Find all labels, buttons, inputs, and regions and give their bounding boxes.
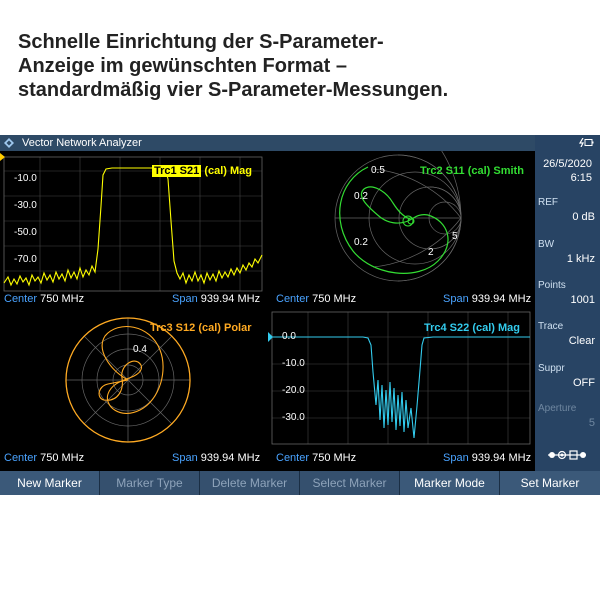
trc4-tick-3: -30.0 bbox=[282, 412, 305, 423]
sidebar-item-trace[interactable]: Trace Clear bbox=[535, 321, 600, 361]
title-bar: Vector Network Analyzer bbox=[0, 135, 535, 151]
trc2-tick-0: 0.5 bbox=[371, 165, 385, 176]
marker-type-button[interactable]: Marker Type bbox=[100, 471, 200, 495]
marker-mode-button[interactable]: Marker Mode bbox=[400, 471, 500, 495]
trc1-span: Span 939.94 MHz bbox=[172, 293, 261, 305]
trc4-tick-0: 0.0 bbox=[282, 331, 296, 342]
panel-trc2[interactable]: 0.5 0.2 0.2 2 5 Trc2 S11 (cal) Smith Cen… bbox=[268, 151, 535, 309]
analyzer-screen: Vector Network Analyzer -10.0 -30.0 -50.… bbox=[0, 135, 600, 495]
s-parameter-ports-icon[interactable] bbox=[546, 449, 588, 461]
date: 26/5/2020 bbox=[543, 158, 592, 170]
bw-value: 1 kHz bbox=[566, 253, 595, 265]
trc1-label[interactable]: Trc1 S21 (cal) Mag bbox=[152, 165, 252, 177]
trc1-label-box: Trc1 S21 bbox=[152, 165, 202, 177]
set-marker-button[interactable]: Set Marker bbox=[500, 471, 600, 495]
sidebar-item-bw[interactable]: BW 1 kHz bbox=[535, 239, 600, 279]
trc4-label[interactable]: Trc4 S22 (cal) Mag bbox=[424, 322, 520, 334]
headline-line-1: Schnelle Einrichtung der S-Parameter- bbox=[18, 31, 384, 53]
softkey-bar: New Marker Marker Type Delete Marker Sel… bbox=[0, 471, 600, 495]
trc2-tick-1: 0.2 bbox=[354, 191, 368, 202]
battery-icon bbox=[578, 138, 594, 147]
trc4-span: Span 939.94 MHz bbox=[443, 452, 532, 464]
date-time: 26/5/2020 6:15 bbox=[543, 157, 592, 185]
headline-line-2: Anzeige im gewünschten Format – bbox=[18, 55, 347, 77]
rohde-schwarz-logo-icon bbox=[4, 138, 14, 148]
trc2-span: Span 939.94 MHz bbox=[443, 293, 532, 305]
trace-value: Clear bbox=[568, 335, 595, 347]
points-value: 1001 bbox=[570, 294, 595, 306]
select-marker-button[interactable]: Select Marker bbox=[300, 471, 400, 495]
trc2-tick-3: 2 bbox=[428, 247, 434, 258]
trc3-label[interactable]: Trc3 S12 (cal) Polar bbox=[150, 322, 252, 334]
trc1-tick-2: -50.0 bbox=[14, 227, 37, 238]
time: 6:15 bbox=[570, 172, 592, 184]
panel-trc4[interactable]: 0.0 -10.0 -20.0 -30.0 Trc4 S22 (cal) Mag… bbox=[268, 310, 535, 468]
suppr-label: Suppr bbox=[538, 363, 565, 374]
trc4-trace bbox=[272, 336, 530, 439]
suppr-value: OFF bbox=[573, 377, 595, 389]
new-marker-button[interactable]: New Marker bbox=[0, 471, 100, 495]
sidebar-item-ref[interactable]: REF 0 dB bbox=[535, 197, 600, 237]
trc1-center: Center 750 MHz bbox=[4, 293, 85, 305]
ref-value: 0 dB bbox=[572, 211, 595, 223]
aperture-value: 5 bbox=[588, 417, 595, 429]
panel-trc3[interactable]: 0.4 Trc3 S12 (cal) Polar Center 750 MHz … bbox=[0, 310, 267, 468]
trc2-tick-2: 0.2 bbox=[354, 237, 368, 248]
trace-label: Trace bbox=[538, 321, 564, 332]
bw-label: BW bbox=[538, 239, 555, 250]
trc4-tick-1: -10.0 bbox=[282, 358, 305, 369]
trc3-trace bbox=[98, 326, 164, 414]
sidebar-item-suppr[interactable]: Suppr OFF bbox=[535, 363, 600, 403]
settings-sidebar: 26/5/2020 6:15 REF 0 dB BW 1 kHz Points … bbox=[535, 135, 600, 471]
sidebar-item-points[interactable]: Points 1001 bbox=[535, 280, 600, 320]
trc2-center: Center 750 MHz bbox=[276, 293, 357, 305]
trc4-tick-2: -20.0 bbox=[282, 385, 305, 396]
trc3-tick-0: 0.4 bbox=[133, 344, 147, 355]
trc3-center: Center 750 MHz bbox=[4, 452, 85, 464]
aperture-label: Aperture bbox=[538, 403, 577, 414]
headline-line-3: standardmäßig vier S-Parameter-Messungen… bbox=[18, 79, 449, 101]
trc1-tick-1: -30.0 bbox=[14, 200, 37, 211]
trc2-label[interactable]: Trc2 S11 (cal) Smith bbox=[420, 165, 524, 177]
trc4-center: Center 750 MHz bbox=[276, 452, 357, 464]
panel-trc1[interactable]: -10.0 -30.0 -50.0 -70.0 Trc1 S21 (cal) M… bbox=[0, 151, 267, 309]
points-label: Points bbox=[538, 280, 566, 291]
ref-label: REF bbox=[538, 197, 558, 208]
trc1-label-rest: (cal) Mag bbox=[201, 165, 252, 177]
trc1-tick-0: -10.0 bbox=[14, 173, 37, 184]
sidebar-item-aperture[interactable]: Aperture 5 bbox=[535, 403, 600, 443]
app-title: Vector Network Analyzer bbox=[22, 137, 142, 149]
trc3-span: Span 939.94 MHz bbox=[172, 452, 261, 464]
headline: Schnelle Einrichtung der S-Parameter- An… bbox=[18, 30, 588, 102]
trc1-tick-3: -70.0 bbox=[14, 254, 37, 265]
delete-marker-button[interactable]: Delete Marker bbox=[200, 471, 300, 495]
trc1-trace bbox=[3, 167, 263, 287]
trc2-tick-4: 5 bbox=[452, 231, 458, 242]
